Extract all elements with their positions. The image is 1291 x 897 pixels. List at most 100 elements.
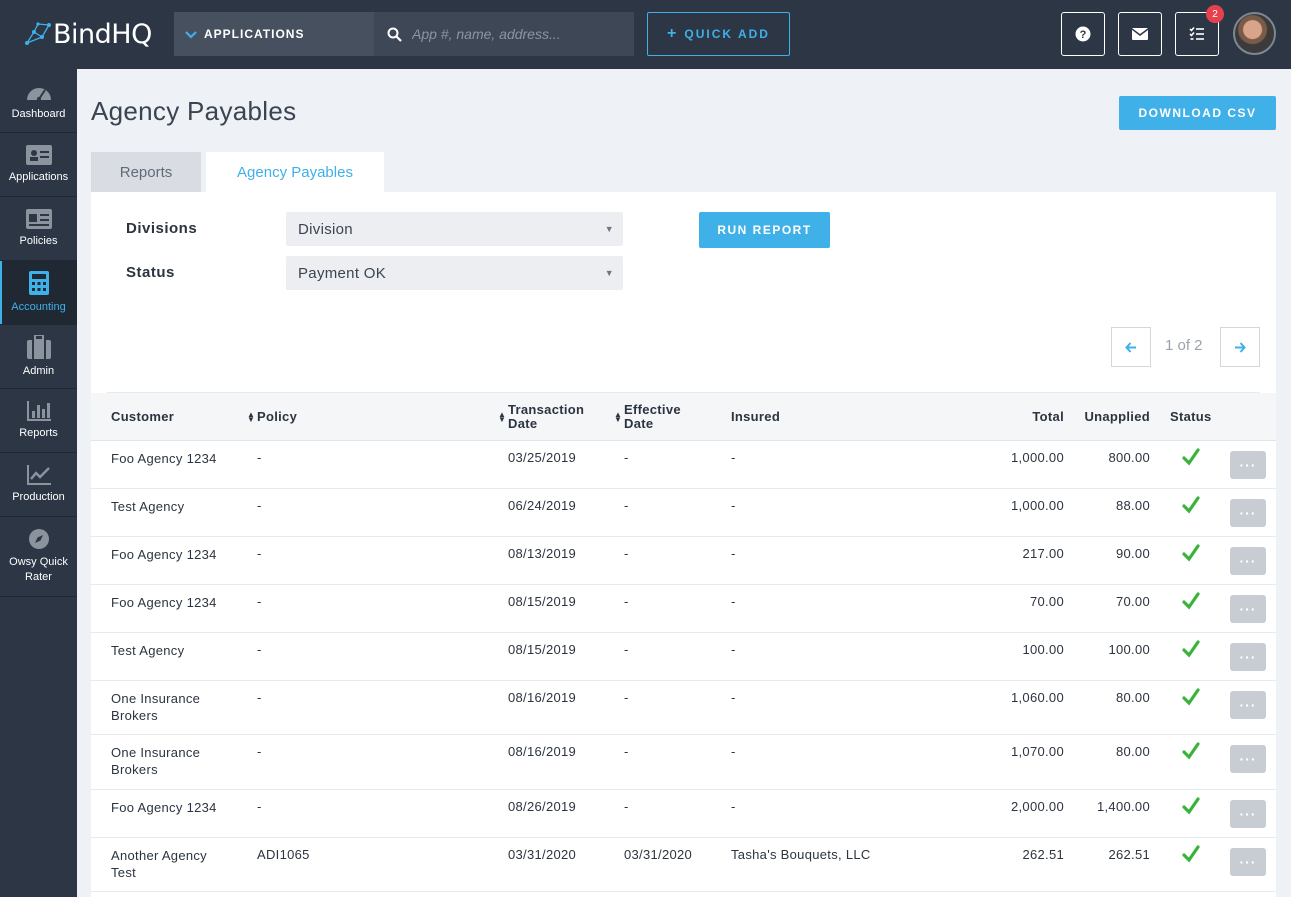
row-actions-button[interactable]: ··· — [1230, 451, 1266, 479]
sort-icon[interactable]: ▲ ▼ — [614, 411, 622, 424]
cell-policy: - — [257, 546, 262, 561]
sort-icon[interactable]: ▲ ▼ — [247, 411, 255, 424]
cell-transaction-date: 08/26/2019 — [508, 799, 577, 814]
cell-total: 217.00 — [1022, 546, 1064, 561]
column-header-effective-date[interactable]: Effective Date — [624, 403, 681, 431]
row-actions-button[interactable]: ··· — [1230, 499, 1266, 527]
column-header-status: Status — [1170, 409, 1212, 424]
cell-policy: - — [257, 642, 262, 657]
report-panel: Divisions Division ▼ Status Payment OK ▼… — [91, 192, 1276, 897]
row-actions-button[interactable]: ··· — [1230, 848, 1266, 876]
status-select-value: Payment OK — [298, 264, 387, 282]
bindhq-logo[interactable]: BindHQ — [24, 17, 152, 51]
next-page-button[interactable] — [1220, 327, 1260, 367]
sort-icon[interactable]: ▲ ▼ — [498, 411, 506, 424]
status-check-icon — [1182, 845, 1200, 863]
status-label: Status — [126, 264, 175, 281]
column-header-transaction-date[interactable]: Transaction Date — [508, 403, 584, 431]
table-row: Foo Agency 1234 - 08/15/2019 - - 70.00 7… — [91, 585, 1276, 633]
sidebar-item-accounting[interactable]: Accounting — [0, 261, 77, 325]
cell-effective-date: - — [624, 450, 629, 465]
sidebar-item-dashboard[interactable]: Dashboard — [0, 69, 77, 133]
cell-policy: - — [257, 594, 262, 609]
status-check-icon — [1182, 592, 1200, 610]
status-check-icon — [1182, 544, 1200, 562]
tab-reports[interactable]: Reports — [91, 152, 201, 192]
row-actions-button[interactable]: ··· — [1230, 547, 1266, 575]
cell-transaction-date: 08/16/2019 — [508, 744, 577, 759]
row-actions-button[interactable]: ··· — [1230, 800, 1266, 828]
sidebar-item-label: Applications — [8, 170, 69, 183]
sidebar-item-label: Policies — [19, 234, 58, 247]
status-check-icon — [1182, 640, 1200, 658]
quick-add-button[interactable]: + QUICK ADD — [647, 12, 790, 56]
user-avatar[interactable] — [1233, 12, 1276, 55]
cell-unapplied: 88.00 — [1115, 498, 1150, 513]
cell-policy[interactable]: ADI1065 — [257, 846, 310, 863]
run-report-button[interactable]: RUN REPORT — [699, 212, 830, 248]
sidebar-item-label: Accounting — [11, 300, 66, 313]
row-actions-button[interactable]: ··· — [1230, 691, 1266, 719]
cell-customer: Foo Agency 1234 — [111, 800, 217, 815]
cell-transaction-date: 08/15/2019 — [508, 594, 577, 609]
cell-effective-date: - — [624, 594, 629, 609]
table-row: Foo Agency 1234 - 08/13/2019 - - 217.00 … — [91, 537, 1276, 585]
cell-total: 70.00 — [1029, 594, 1064, 609]
page-indicator: 1 of 2 — [1165, 337, 1203, 354]
sidebar-item-policies[interactable]: Policies — [0, 197, 77, 261]
tab-agency-payables[interactable]: Agency Payables — [206, 152, 384, 192]
help-button[interactable]: ? — [1061, 12, 1105, 56]
tasks-button[interactable]: 2 — [1175, 5, 1224, 56]
row-actions-button[interactable]: ··· — [1230, 595, 1266, 623]
row-actions-button[interactable]: ··· — [1230, 643, 1266, 671]
status-check-icon — [1182, 448, 1200, 466]
status-check-icon — [1182, 496, 1200, 514]
status-check-icon — [1182, 742, 1200, 760]
cell-effective-date: - — [624, 546, 629, 561]
sidebar-item-admin[interactable]: Admin — [0, 325, 77, 389]
chevron-down-icon — [185, 27, 197, 42]
caret-down-icon: ▼ — [604, 268, 614, 278]
download-csv-button[interactable]: DOWNLOAD CSV — [1119, 96, 1276, 130]
header-line: Effective — [624, 402, 681, 417]
status-check-icon — [1182, 797, 1200, 815]
cell-total: 1,000.00 — [1010, 498, 1064, 513]
cell-total: 1,060.00 — [1010, 690, 1064, 705]
cell-unapplied: 70.00 — [1115, 594, 1150, 609]
search-icon — [387, 27, 402, 42]
sidebar-item-reports[interactable]: Reports — [0, 389, 77, 453]
table-row: Test Agency - 08/15/2019 - - 100.00 100.… — [91, 633, 1276, 681]
table-row: One Insurance Brokers - 08/16/2019 - - 1… — [91, 735, 1276, 790]
previous-page-button[interactable] — [1111, 327, 1151, 367]
applications-dropdown[interactable]: APPLICATIONS — [174, 12, 374, 56]
sidebar-item-owsy-quick-rater[interactable]: Owsy Quick Rater — [0, 517, 77, 597]
column-header-customer[interactable]: Customer — [111, 410, 174, 424]
cell-insured: - — [731, 642, 736, 657]
svg-text:?: ? — [1080, 29, 1087, 41]
sidebar-item-label: Owsy Quick Rater — [9, 556, 68, 583]
cell-customer: One Insurance Brokers — [111, 691, 201, 723]
row-actions-button[interactable]: ··· — [1230, 745, 1266, 773]
cell-customer: Another Agency Test — [111, 848, 207, 880]
cell-effective-date: - — [624, 744, 629, 759]
cell-unapplied: 80.00 — [1115, 690, 1150, 705]
column-header-policy[interactable]: Policy — [257, 410, 297, 424]
status-select[interactable]: Payment OK ▼ — [286, 256, 623, 290]
search-input[interactable] — [412, 26, 612, 42]
table-header: Customer ▲ ▼ Policy ▲ ▼ Transaction Date ▲… — [91, 393, 1276, 441]
dashboard-gauge-icon — [26, 87, 51, 101]
mail-icon — [1132, 28, 1148, 40]
cell-customer: Test Agency — [111, 643, 185, 658]
cell-unapplied: 800.00 — [1108, 450, 1150, 465]
cell-insured: - — [731, 450, 736, 465]
cell-insured: - — [731, 690, 736, 705]
messages-button[interactable] — [1118, 12, 1162, 56]
cell-customer: Foo Agency 1234 — [111, 451, 217, 466]
sidebar-item-applications[interactable]: Applications — [0, 133, 77, 197]
sidebar-item-production[interactable]: Production — [0, 453, 77, 517]
sidebar-item-label: Reports — [19, 426, 58, 439]
divisions-select[interactable]: Division ▼ — [286, 212, 623, 246]
cell-policy: - — [257, 799, 262, 814]
cell-unapplied: 80.00 — [1115, 744, 1150, 759]
cell-insured: - — [731, 546, 736, 561]
